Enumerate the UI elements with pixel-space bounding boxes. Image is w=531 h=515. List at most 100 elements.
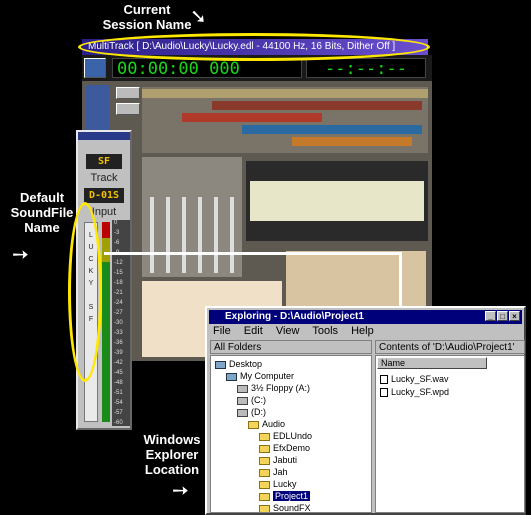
tree-node-c[interactable]: (C:) <box>237 395 266 406</box>
timecode-display: 00:00:00 000 <box>112 58 302 79</box>
meter-scale: 0-3-6-9-12-15-18-21-24-27-30-33-36-39-42… <box>112 220 130 426</box>
minimize-icon[interactable]: _ <box>485 311 496 321</box>
meter-scale-tick: -54 <box>114 400 123 406</box>
clip-acoustic-guitar[interactable] <box>142 89 428 98</box>
tree-node-label: (D:) <box>251 407 266 417</box>
waveform-lane <box>250 181 424 221</box>
tree-node-label: Lucky <box>273 479 297 489</box>
fader[interactable] <box>166 197 170 273</box>
meter-scale-tick: -6 <box>114 240 120 246</box>
computer-icon <box>215 360 226 369</box>
fader[interactable] <box>230 197 234 273</box>
fader[interactable] <box>150 197 154 273</box>
tree-node-my-computer[interactable]: My Computer <box>226 371 294 382</box>
explorer-title-bar: Exploring - D:\Audio\Project1 _ □ × <box>209 310 522 324</box>
drive-icon <box>237 396 248 405</box>
computer-icon <box>226 372 237 381</box>
sf-button[interactable]: SF <box>86 154 122 169</box>
meter-scale-tick: -24 <box>114 300 123 306</box>
callout-current-session-name: Current Session Name <box>102 2 192 32</box>
tree-node-label: Jah <box>273 467 288 477</box>
explorer-title: Exploring - D:\Audio\Project1 <box>225 311 364 322</box>
name-column-header[interactable]: Name <box>377 357 487 369</box>
file-item[interactable]: Lucky_SF.wpd <box>380 387 449 398</box>
tool-button[interactable] <box>116 103 140 115</box>
folder-icon <box>259 480 270 489</box>
right-arrow-icon: ➙ <box>12 242 29 266</box>
explorer-menu-bar: File Edit View Tools Help <box>213 325 384 339</box>
contents-pane: Name Lucky_SF.wav Lucky_SF.wpd <box>375 355 525 513</box>
clip-lead-guitar[interactable] <box>182 113 322 122</box>
maximize-icon[interactable]: □ <box>497 311 508 321</box>
meter-scale-tick: -3 <box>114 230 120 236</box>
tree-node-label: My Computer <box>240 371 295 381</box>
fader[interactable] <box>182 197 186 273</box>
folder-icon <box>259 492 270 501</box>
meter-scale-tick: -36 <box>114 340 123 346</box>
folder-tree: Desktop My Computer 3½ Floppy (A:) (C:) (D:)… <box>210 355 372 513</box>
file-icon <box>380 375 388 385</box>
right-arrow-icon: ➙ <box>172 478 189 502</box>
secondary-counter-display: --:--:-- <box>306 58 426 79</box>
tool-button[interactable] <box>116 87 140 99</box>
tree-node-project1[interactable]: Project1 <box>259 491 311 502</box>
pointer-line <box>104 252 402 255</box>
mixer-title-bar <box>78 132 130 140</box>
menu-tools[interactable]: Tools <box>312 325 338 337</box>
menu-view[interactable]: View <box>276 325 300 337</box>
clip-lead-guitar[interactable] <box>242 125 422 134</box>
tree-node-label: SoundFX <box>273 503 311 513</box>
clip-bass[interactable] <box>292 137 412 146</box>
mixer-channels <box>142 157 242 277</box>
tree-node-3-floppy-a[interactable]: 3½ Floppy (A:) <box>237 383 310 394</box>
callout-windows-explorer-location: Windows Explorer Location <box>143 432 201 477</box>
tree-node-label: Project1 <box>273 491 311 501</box>
tree-node-label: EfxDemo <box>273 443 311 453</box>
meter-scale-tick: 0 <box>114 220 118 226</box>
file-name: Lucky_SF.wav <box>391 374 449 384</box>
edit-timeline <box>246 161 428 241</box>
explorer-window: Exploring - D:\Audio\Project1 _ □ × File… <box>205 306 526 515</box>
clip-acoustic-guitar[interactable] <box>212 101 422 110</box>
tree-node-edlundo[interactable]: EDLUndo <box>259 431 312 442</box>
meter-scale-tick: -45 <box>114 370 123 376</box>
meter-scale-tick: -48 <box>114 380 123 386</box>
menu-file[interactable]: File <box>213 325 231 337</box>
tree-node-label: EDLUndo <box>273 431 313 441</box>
menu-help[interactable]: Help <box>351 325 374 337</box>
meter-scale-tick: -27 <box>114 310 123 316</box>
tree-node-d[interactable]: (D:) <box>237 407 266 418</box>
tree-node-label: Jabuti <box>273 455 298 465</box>
tree-node-jabuti[interactable]: Jabuti <box>259 455 297 466</box>
tree-node-audio[interactable]: Audio <box>248 419 285 430</box>
rewind-button[interactable] <box>84 58 106 78</box>
soundfile-name-display[interactable]: D-01S <box>84 188 124 203</box>
tree-node-efxdemo[interactable]: EfxDemo <box>259 443 310 454</box>
meter-scale-tick: -42 <box>114 360 123 366</box>
tree-node-label: 3½ Floppy (A:) <box>251 383 311 393</box>
track-area <box>142 87 428 153</box>
drive-icon <box>237 384 248 393</box>
folder-icon <box>259 504 270 512</box>
tree-node-jah[interactable]: Jah <box>259 467 288 478</box>
meter-scale-tick: -51 <box>114 390 123 396</box>
meter-scale-tick: -12 <box>114 260 123 266</box>
fader[interactable] <box>198 197 202 273</box>
menu-edit[interactable]: Edit <box>244 325 263 337</box>
tree-node-desktop[interactable]: Desktop <box>215 359 262 370</box>
wave-editor <box>286 251 426 311</box>
fader[interactable] <box>214 197 218 273</box>
file-item[interactable]: Lucky_SF.wav <box>380 374 449 385</box>
tree-node-label: Audio <box>262 419 286 429</box>
tree-node-soundfx[interactable]: SoundFX <box>259 503 311 513</box>
folder-icon <box>259 456 270 465</box>
close-icon[interactable]: × <box>509 311 520 321</box>
folder-icon <box>259 444 270 453</box>
all-folders-header: All Folders <box>210 340 372 354</box>
track-label: Track <box>90 172 118 184</box>
meter-scale-tick: -18 <box>114 280 123 286</box>
tree-node-lucky[interactable]: Lucky <box>259 479 297 490</box>
contents-header: Contents of 'D:\Audio\Project1' <box>375 340 525 354</box>
folder-icon <box>259 468 270 477</box>
meter-scale-tick: -21 <box>114 290 123 296</box>
